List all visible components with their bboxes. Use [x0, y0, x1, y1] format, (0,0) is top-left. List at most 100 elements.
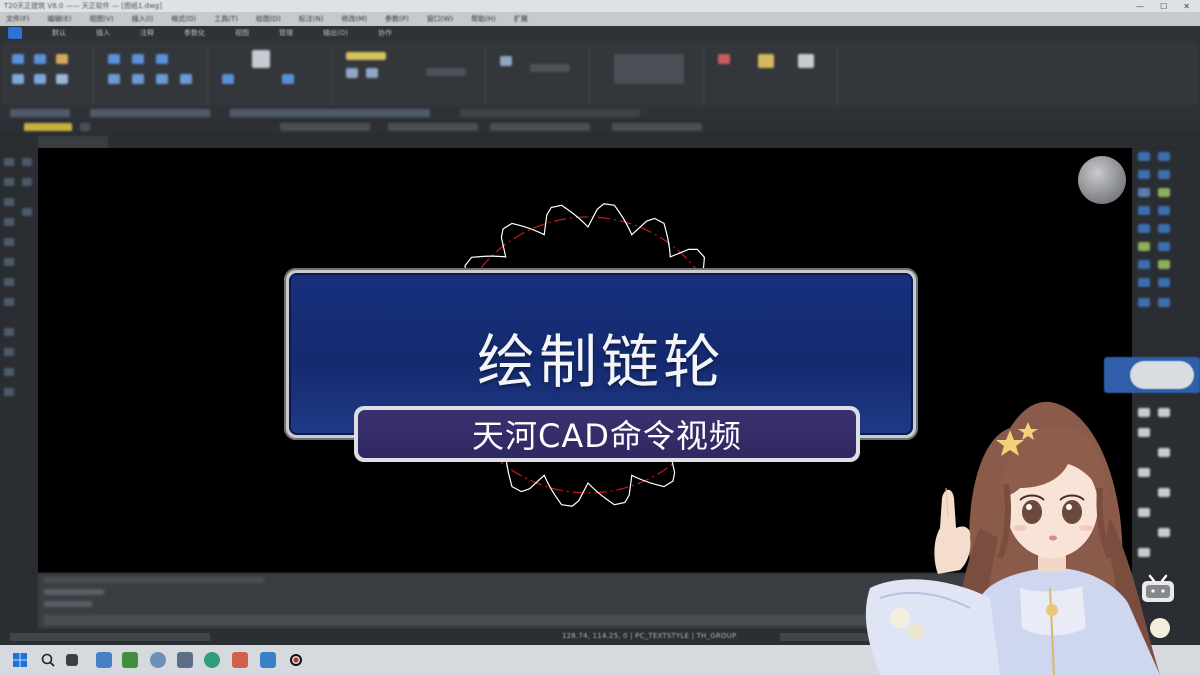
standard-tools[interactable] [90, 109, 210, 117]
left-tool-icon[interactable] [4, 178, 14, 186]
left-tool-icon[interactable] [4, 278, 14, 286]
drawing-file-tab[interactable] [38, 136, 108, 148]
right-tool-icon[interactable] [1138, 188, 1150, 197]
left-tool-icon[interactable] [4, 348, 14, 356]
maximize-button[interactable]: ☐ [1160, 2, 1167, 11]
lineweight-dropdown[interactable] [388, 123, 478, 131]
menu-edit[interactable]: 编辑(E) [48, 14, 72, 24]
menu-window[interactable]: 窗口(W) [427, 14, 453, 24]
right-tool-icon[interactable] [1138, 260, 1150, 269]
cad-app-icon[interactable] [232, 652, 248, 668]
menu-view[interactable]: 视图(V) [89, 14, 113, 24]
left-tool-icon[interactable] [4, 238, 14, 246]
search-icon[interactable] [40, 652, 56, 668]
right-tool-icon[interactable] [1138, 152, 1150, 161]
draw-order-tools[interactable] [230, 109, 430, 117]
group-tool-icon[interactable] [758, 54, 774, 68]
left-tool-icon[interactable] [22, 178, 32, 186]
right-tool-icon[interactable] [1158, 206, 1170, 215]
menu-modify[interactable]: 修改(M) [341, 14, 367, 24]
right-tool-icon[interactable] [1158, 224, 1170, 233]
view-tool-icon[interactable] [798, 54, 814, 68]
left-tool-icon[interactable] [4, 198, 14, 206]
left-tool-icon[interactable] [4, 388, 14, 396]
tab-annotate[interactable]: 注释 [140, 28, 154, 38]
insert-block-icon[interactable] [500, 56, 512, 66]
left-tool-icon[interactable] [4, 258, 14, 266]
layout-tabs[interactable] [10, 633, 210, 641]
tab-manage[interactable]: 管理 [279, 28, 293, 38]
arc-tool-icon[interactable] [12, 74, 24, 84]
windows-start-icon[interactable] [12, 652, 28, 668]
right-tool-icon[interactable] [1138, 242, 1150, 251]
layer-dropdown-icon[interactable] [346, 52, 386, 60]
menu-draw[interactable]: 绘图(D) [256, 14, 281, 24]
tab-output[interactable]: 输出(O) [323, 28, 348, 38]
viewcube-icon[interactable] [1078, 156, 1126, 204]
polyline-tool-icon[interactable] [34, 54, 46, 64]
text-tool-icon[interactable] [252, 50, 270, 68]
wechat-icon[interactable] [204, 652, 220, 668]
minimize-button[interactable]: — [1136, 2, 1144, 11]
fillet-tool-icon[interactable] [156, 74, 168, 84]
layer-list-icon[interactable] [426, 68, 466, 76]
right-tool-icon[interactable] [1158, 278, 1170, 287]
left-tool-icon[interactable] [22, 208, 32, 216]
linetype-dropdown[interactable] [280, 123, 370, 131]
left-tool-icon[interactable] [22, 158, 32, 166]
right-tool-icon[interactable] [1138, 278, 1150, 287]
rotate-tool-icon[interactable] [132, 54, 144, 64]
circle-tool-icon[interactable] [56, 54, 68, 64]
menu-file[interactable]: 文件(F) [6, 14, 30, 24]
right-tool-icon[interactable] [1158, 260, 1170, 269]
layer-color-icon[interactable] [80, 123, 90, 131]
right-tool-icon[interactable] [1138, 170, 1150, 179]
style-dropdowns[interactable] [460, 109, 640, 117]
dimension-tool-icon[interactable] [222, 74, 234, 84]
right-tool-icon[interactable] [1158, 298, 1170, 307]
workspace-tools[interactable] [10, 109, 70, 117]
app-menu-icon[interactable] [8, 27, 22, 39]
chrome-browser-icon[interactable] [150, 652, 166, 668]
left-tool-icon[interactable] [4, 298, 14, 306]
tab-insert[interactable]: 插入 [96, 28, 110, 38]
trim-tool-icon[interactable] [156, 54, 168, 64]
right-tool-icon[interactable] [1158, 170, 1170, 179]
hatch-tool-icon[interactable] [56, 74, 68, 84]
edge-browser-icon[interactable] [96, 652, 112, 668]
left-tool-icon[interactable] [4, 158, 14, 166]
menu-parametric[interactable]: 参数(P) [385, 14, 409, 24]
menu-help[interactable]: 帮助(H) [471, 14, 496, 24]
recording-icon[interactable] [288, 652, 304, 668]
right-tool-icon[interactable] [1158, 188, 1170, 197]
tab-parametric[interactable]: 参数化 [184, 28, 205, 38]
photos-app-icon[interactable] [177, 652, 193, 668]
right-tool-icon[interactable] [1158, 152, 1170, 161]
mirror-tool-icon[interactable] [132, 74, 144, 84]
leader-tool-icon[interactable] [282, 74, 294, 84]
right-tool-icon[interactable] [1138, 206, 1150, 215]
navigation-wheel-icon[interactable] [1130, 361, 1194, 389]
tab-home[interactable]: 默认 [52, 28, 66, 38]
plotstyle-dropdown[interactable] [490, 123, 590, 131]
block-list-icon[interactable] [530, 64, 570, 72]
line-tool-icon[interactable] [12, 54, 24, 64]
layer-state-dropdown[interactable] [24, 123, 72, 131]
menu-insert[interactable]: 插入(I) [132, 14, 154, 24]
left-tool-icon[interactable] [4, 328, 14, 336]
file-explorer-icon[interactable] [122, 652, 138, 668]
menu-extensions[interactable]: 扩展 [514, 14, 528, 24]
properties-swatch-icon[interactable] [614, 54, 684, 84]
menu-format[interactable]: 格式(O) [171, 14, 196, 24]
move-tool-icon[interactable] [108, 54, 120, 64]
tab-view[interactable]: 视图 [235, 28, 249, 38]
tab-collaborate[interactable]: 协作 [378, 28, 392, 38]
rectangle-tool-icon[interactable] [34, 74, 46, 84]
layer-properties-icon[interactable] [346, 68, 358, 78]
color-dropdown[interactable] [612, 123, 702, 131]
right-tool-icon[interactable] [1138, 224, 1150, 233]
menu-tools[interactable]: 工具(T) [214, 14, 238, 24]
layer-freeze-icon[interactable] [366, 68, 378, 78]
close-button[interactable]: ✕ [1183, 2, 1190, 11]
copy-tool-icon[interactable] [108, 74, 120, 84]
